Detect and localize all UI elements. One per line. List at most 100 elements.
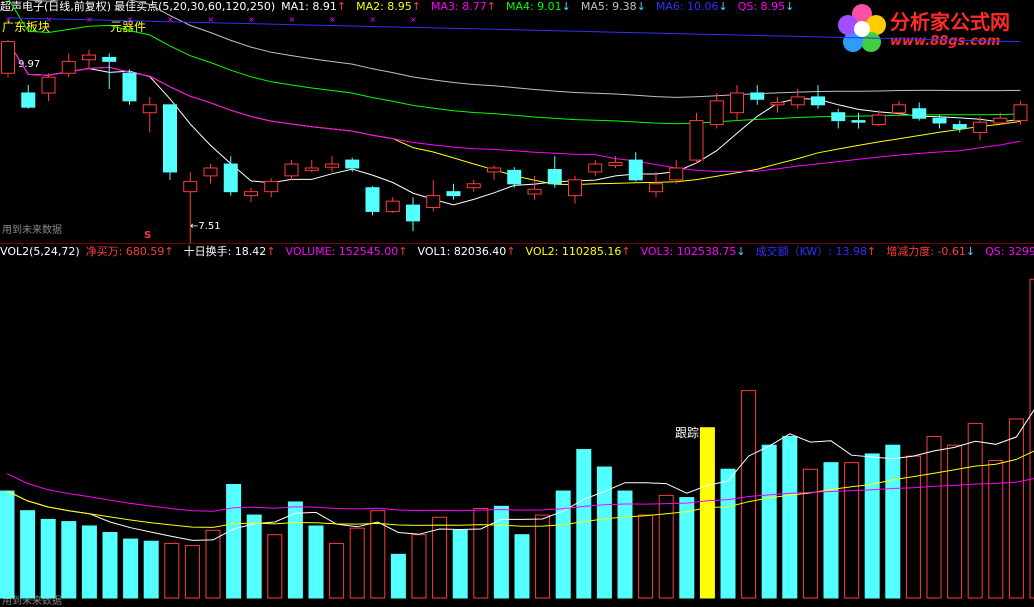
candle-down[interactable] — [811, 96, 825, 106]
candle-down[interactable] — [547, 169, 562, 185]
candle-up[interactable] — [264, 180, 279, 193]
volume-bar-up[interactable] — [1029, 278, 1034, 599]
vol3-line — [6, 473, 1034, 512]
volume-bar-down[interactable] — [81, 525, 97, 599]
candle-up[interactable] — [871, 114, 886, 126]
candle-up[interactable] — [61, 60, 76, 74]
volume-bar-up[interactable] — [988, 459, 1004, 599]
volume-bar-down[interactable] — [864, 453, 880, 599]
candle-down[interactable] — [345, 159, 360, 169]
candle-up[interactable] — [325, 163, 339, 168]
candle-up[interactable] — [689, 120, 704, 161]
candle-down[interactable] — [102, 56, 117, 62]
volume-bar-down[interactable] — [782, 435, 798, 599]
candle-up[interactable] — [892, 104, 906, 114]
volume-bar-up[interactable] — [802, 468, 818, 599]
candle-up[interactable] — [568, 179, 582, 197]
volume-bar-down[interactable] — [555, 490, 571, 599]
volume-bar-up[interactable] — [473, 507, 489, 599]
candle-up[interactable] — [527, 188, 542, 195]
volume-bar-down[interactable] — [61, 521, 77, 599]
volume-bar-down[interactable] — [885, 444, 901, 599]
volume-bar-up[interactable] — [329, 542, 345, 599]
candle-up[interactable] — [1013, 104, 1028, 122]
volume-bar-down[interactable] — [390, 553, 406, 599]
candle-up[interactable] — [284, 163, 299, 177]
candle-up[interactable] — [244, 191, 258, 197]
candle-up[interactable] — [588, 163, 603, 173]
candle-down[interactable] — [932, 117, 947, 124]
candle-down[interactable] — [365, 187, 380, 212]
volume-bar-track[interactable] — [699, 427, 715, 599]
candle-up[interactable] — [608, 161, 623, 167]
candle-up[interactable] — [203, 167, 218, 177]
volume-bar-up[interactable] — [947, 444, 963, 599]
candle-up[interactable] — [649, 183, 663, 193]
volume-bar-down[interactable] — [123, 538, 139, 599]
candle-down[interactable] — [163, 104, 177, 173]
volume-bar-down[interactable] — [0, 490, 15, 599]
volume-bar-down[interactable] — [102, 532, 118, 599]
volume-bar-up[interactable] — [535, 514, 551, 599]
volume-bar-up[interactable] — [926, 435, 942, 599]
candle-down[interactable] — [912, 108, 927, 119]
volume-bar-down[interactable] — [596, 466, 612, 599]
volume-bar-up[interactable] — [741, 390, 757, 599]
volume-bar-up[interactable] — [967, 422, 983, 599]
candle-up[interactable] — [304, 167, 319, 171]
volume-bar-down[interactable] — [40, 518, 56, 599]
volume-bar-down[interactable] — [143, 540, 159, 599]
candle-up[interactable] — [466, 183, 481, 189]
volume-bar-down[interactable] — [308, 525, 324, 599]
volume-bar-down[interactable] — [617, 490, 633, 599]
volume-chart[interactable] — [0, 245, 1034, 601]
candle-up[interactable] — [487, 167, 501, 173]
candle-down[interactable] — [122, 72, 137, 102]
candle-up[interactable] — [82, 54, 96, 61]
candle-down[interactable] — [750, 92, 765, 100]
candle-down[interactable] — [628, 159, 643, 181]
candle-up[interactable] — [1, 41, 15, 74]
volume-bar-up[interactable] — [267, 534, 283, 599]
volume-bar-down[interactable] — [287, 501, 303, 599]
volume-bar-down[interactable] — [514, 534, 530, 599]
volume-bar-up[interactable] — [658, 494, 674, 599]
candle-down[interactable] — [851, 120, 866, 123]
volume-bar-down[interactable] — [823, 462, 839, 599]
volume-bar-up[interactable] — [638, 514, 654, 599]
volume-bar-down[interactable] — [576, 449, 592, 599]
candle-down[interactable] — [507, 169, 522, 185]
price-chart[interactable]: × × × × × × × × × × × — [0, 0, 1034, 243]
volume-bar-up[interactable] — [184, 545, 200, 599]
candle-up[interactable] — [142, 104, 157, 114]
candle-up[interactable] — [385, 200, 400, 212]
candle-down[interactable] — [952, 124, 967, 130]
candle-up[interactable] — [709, 100, 724, 126]
candle-down[interactable] — [831, 112, 846, 122]
candle-down[interactable] — [223, 163, 238, 193]
candle-up[interactable] — [183, 180, 198, 193]
candle-up[interactable] — [770, 101, 785, 106]
volume-bar-down[interactable] — [452, 529, 468, 599]
candle-down[interactable] — [406, 204, 420, 222]
candle-down[interactable] — [446, 191, 461, 197]
volume-bar-down[interactable] — [20, 510, 36, 599]
candle-up[interactable] — [669, 167, 684, 181]
volume-bar-down[interactable] — [493, 505, 509, 599]
candle-up[interactable] — [426, 195, 441, 208]
volume-bar-up[interactable] — [411, 534, 427, 599]
candle-up[interactable] — [973, 121, 987, 133]
volume-bar-down[interactable] — [720, 468, 736, 599]
volume-bar-down[interactable] — [226, 483, 242, 599]
candle-up[interactable] — [790, 96, 805, 106]
candle-down[interactable] — [21, 92, 36, 108]
candle-up[interactable] — [41, 76, 56, 94]
volume-bar-up[interactable] — [349, 527, 365, 599]
volume-bar-up[interactable] — [844, 462, 860, 599]
candle-up[interactable] — [993, 117, 1008, 124]
volume-bar-up[interactable] — [164, 542, 180, 599]
candle-up[interactable] — [730, 92, 744, 114]
volume-bar-up[interactable] — [1008, 418, 1024, 599]
volume-bar-down[interactable] — [246, 514, 262, 599]
volume-bar-down[interactable] — [761, 444, 777, 599]
